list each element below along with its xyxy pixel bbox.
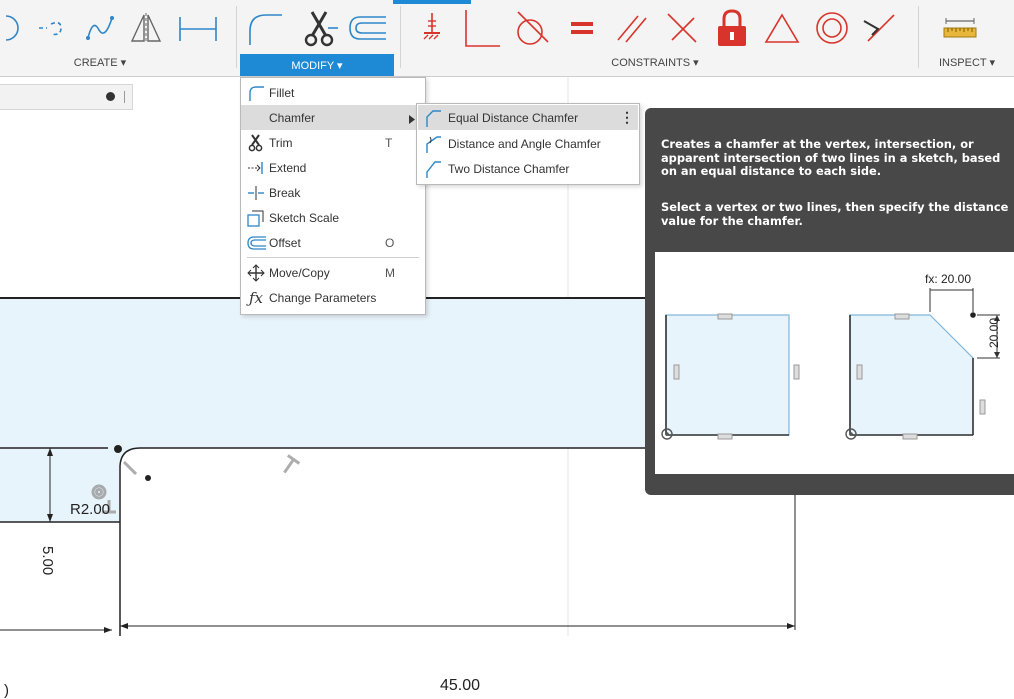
conic-curve-icon[interactable] [82,6,118,50]
scissors-icon [245,133,267,153]
panel-handle-icon[interactable] [124,91,125,103]
menu-item-move-copy[interactable]: Move/Copy M [241,260,425,285]
menu-item-label: Trim [269,135,293,150]
tangent-icon[interactable] [512,6,549,50]
menu-item-shortcut: O [385,235,395,250]
toolbar-separator [236,6,237,68]
mirror-triangle-icon[interactable] [128,6,164,50]
concentric-icon[interactable] [814,6,850,50]
browser-panel-row[interactable] [0,84,133,110]
menu-item-shortcut: M [385,265,395,280]
midpoint-icon[interactable] [862,6,898,50]
menu-item-label: Distance and Angle Chamfer [448,136,601,151]
trim-scissors-icon[interactable] [302,6,338,50]
inspect-menu-label[interactable]: INSPECT ▾ [920,56,1014,69]
perpendicular-icon[interactable] [664,6,700,50]
active-tab-indicator [393,0,471,4]
circle-icon[interactable] [0,6,32,50]
submenu-item-two-distance-chamfer[interactable]: Two Distance Chamfer [418,156,638,181]
parallel-icon[interactable] [614,6,650,50]
constraints-menu-label[interactable]: CONSTRAINTS ▾ [590,56,720,69]
menu-item-label: Fillet [269,85,295,100]
menu-item-label: Extend [269,160,307,175]
visibility-dot-icon[interactable] [106,92,115,101]
extend-icon [245,158,267,178]
menu-item-break[interactable]: Break [241,180,425,205]
chamfer-icon [245,108,267,128]
tooltip-vertical-dimension: 20.00 [987,317,1001,348]
menu-item-offset[interactable]: Offset O [241,230,425,255]
fix-ground-icon[interactable] [414,6,450,50]
menu-item-extend[interactable]: Extend [241,155,425,180]
chamfer-tooltip: Creates a chamfer at the vertex, interse… [645,108,1014,495]
fix-lock-icon[interactable] [714,6,750,50]
coincident-icon[interactable] [462,6,500,50]
toolbar-separator [400,6,401,68]
horizontal-dimension-label[interactable]: 45.00 [440,677,480,695]
menu-separator [247,257,419,258]
triangle-icon[interactable] [764,6,800,50]
offset-icon[interactable] [348,6,386,50]
radius-label[interactable]: R2.00 [70,501,110,518]
menu-item-label: Sketch Scale [269,210,340,225]
modify-dropdown-menu: Fillet Chamfer Trim T Extend Break Sketc… [240,77,426,315]
submenu-item-distance-angle-chamfer[interactable]: Distance and Angle Chamfer [418,131,638,156]
move-icon [245,263,267,283]
two-distance-chamfer-icon [422,159,444,179]
submenu-arrow-icon [409,113,415,127]
tooltip-illustration: fx: 20.00 20.00 [655,252,1014,474]
fillet-icon[interactable] [246,6,282,50]
menu-item-change-parameters[interactable]: ƒx Change Parameters [241,285,425,310]
menu-item-label: Two Distance Chamfer [448,161,570,176]
create-menu-label[interactable]: CREATE ▾ [40,56,160,69]
scale-icon [245,208,267,228]
menu-item-label: Change Parameters [269,290,377,305]
menu-item-sketch-scale[interactable]: Sketch Scale [241,205,425,230]
vertical-dimension-label[interactable]: 5.00 [39,546,56,575]
break-icon [245,183,267,203]
fillet-icon [245,83,267,103]
menu-item-label: Chamfer [269,110,316,125]
partial-dimension-label[interactable]: ) [4,682,9,699]
dimension-bar-icon[interactable] [179,6,217,50]
spline-icon[interactable] [34,6,70,50]
toolbar: CREATE ▾ MODIFY ▾ CONSTRAINTS ▾ INSPECT … [0,0,1014,77]
modify-menu-tab[interactable]: MODIFY ▾ [240,54,394,76]
equal-icon[interactable] [564,6,600,50]
menu-item-fillet[interactable]: Fillet [241,80,425,105]
equal-chamfer-icon [422,108,444,128]
menu-item-label: Break [269,185,301,200]
fx-icon: ƒx [248,288,263,307]
measure-ruler-icon[interactable] [942,6,978,50]
offset-icon [245,233,267,253]
menu-item-trim[interactable]: Trim T [241,130,425,155]
menu-item-chamfer[interactable]: Chamfer [241,105,425,130]
tooltip-fx-dimension: fx: 20.00 [925,272,972,286]
menu-item-label: Offset [269,235,301,250]
angle-chamfer-icon [422,134,444,154]
menu-item-label: Equal Distance Chamfer [448,110,579,125]
tooltip-description: Creates a chamfer at the vertex, interse… [661,137,1001,179]
chamfer-submenu: Equal Distance Chamfer ⋮ Distance and An… [416,103,640,185]
tooltip-instructions: Select a vertex or two lines, then speci… [661,200,1009,228]
more-options-icon[interactable]: ⋮ [620,109,638,126]
menu-item-label: Move/Copy [269,265,330,280]
toolbar-separator [918,6,919,68]
submenu-item-equal-distance-chamfer[interactable]: Equal Distance Chamfer ⋮ [418,105,638,130]
